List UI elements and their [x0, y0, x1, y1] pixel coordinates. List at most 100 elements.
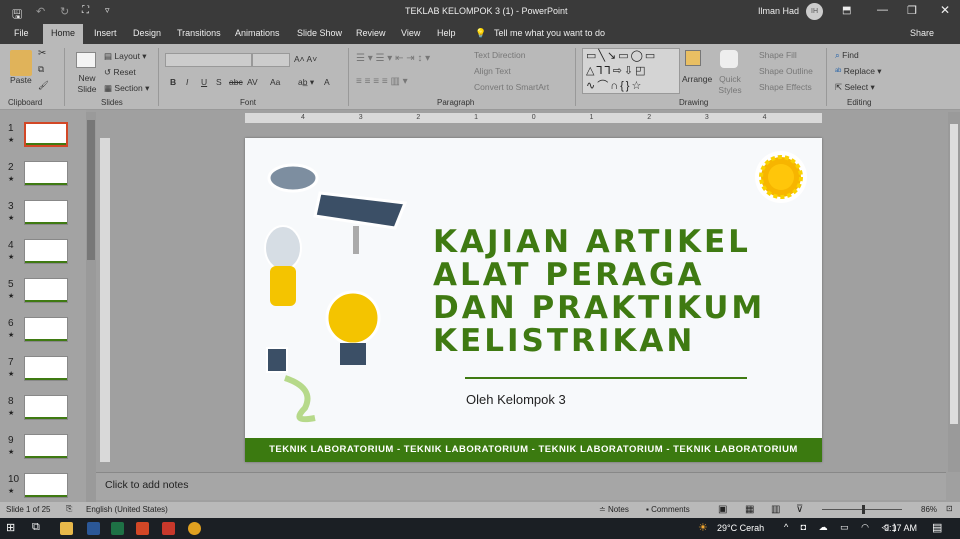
align-text-button[interactable]: Align Text: [474, 66, 511, 76]
tab-help[interactable]: Help: [437, 28, 456, 38]
slide-thumbnail[interactable]: [24, 278, 68, 303]
notes-placeholder[interactable]: Click to add notes: [105, 479, 188, 491]
highlight-icon[interactable]: ab̲ ▾: [298, 77, 314, 88]
language-status[interactable]: English (United States): [86, 505, 168, 514]
slide-thumbnail[interactable]: [24, 239, 68, 264]
save-icon[interactable]: 🖫: [12, 5, 22, 26]
thumbnails-scrollbar[interactable]: [86, 112, 96, 502]
shape-outline-button[interactable]: Shape Outline: [759, 66, 813, 76]
slide-sorter-icon[interactable]: ▦: [745, 504, 754, 515]
cut-icon[interactable]: ✂: [38, 48, 46, 59]
normal-view-icon[interactable]: ▣: [718, 504, 727, 515]
tab-transitions[interactable]: Transitions: [177, 28, 221, 38]
paste-button[interactable]: Paste: [10, 75, 32, 85]
undo-icon[interactable]: ↶: [36, 5, 45, 18]
strikethrough-button[interactable]: abc: [229, 77, 243, 87]
tab-insert[interactable]: Insert: [94, 28, 117, 38]
font-size-dropdown[interactable]: [252, 53, 290, 67]
close-icon[interactable]: ✕: [940, 3, 950, 17]
replace-button[interactable]: ᵃᵇ Replace ▾: [835, 66, 882, 77]
user-name[interactable]: Ilman Had: [758, 6, 799, 16]
comments-button[interactable]: ▪ Comments: [646, 505, 690, 514]
font-name-dropdown[interactable]: [165, 53, 252, 67]
tab-view[interactable]: View: [401, 28, 420, 38]
avatar[interactable]: IH: [806, 3, 823, 20]
slide-thumbnail[interactable]: [24, 317, 68, 342]
slide-subtitle[interactable]: Oleh Kelompok 3: [466, 392, 566, 407]
spell-check-icon[interactable]: ⎘: [66, 504, 72, 514]
slide-thumbnail[interactable]: [24, 356, 68, 381]
bold-button[interactable]: B: [170, 77, 176, 87]
tell-me-input[interactable]: Tell me what you want to do: [494, 28, 605, 38]
layout-button[interactable]: ▤ Layout ▾: [104, 51, 147, 62]
app-icon[interactable]: [162, 522, 175, 535]
copy-icon[interactable]: ⧉: [38, 64, 44, 75]
format-painter-icon[interactable]: 🖌: [38, 80, 49, 91]
font-color-button[interactable]: A: [324, 77, 330, 87]
tab-file[interactable]: File: [14, 28, 29, 38]
task-view-icon[interactable]: ⧉: [32, 521, 40, 534]
change-case-button[interactable]: Aa: [270, 77, 280, 87]
zoom-slider-thumb[interactable]: [862, 505, 865, 514]
weather-text[interactable]: 29°C Cerah: [717, 523, 764, 533]
title-line: ALAT PERAGA: [433, 257, 705, 293]
tab-animations[interactable]: Animations: [235, 28, 280, 38]
new-slide-button[interactable]: New Slide: [74, 73, 100, 95]
slide-thumbnail[interactable]: [24, 122, 68, 147]
windows-start-icon[interactable]: ⊞: [6, 521, 15, 534]
section-button[interactable]: ▦ Section ▾: [104, 83, 149, 94]
fit-slide-icon[interactable]: ⊡: [946, 504, 953, 513]
notifications-icon[interactable]: ▤: [932, 521, 942, 534]
reset-button[interactable]: ↺ Reset: [104, 67, 136, 78]
shape-fill-button[interactable]: Shape Fill: [759, 50, 797, 60]
reading-view-icon[interactable]: ▥: [771, 504, 780, 515]
chrome-icon[interactable]: [188, 522, 201, 535]
italic-button[interactable]: I: [186, 77, 188, 87]
slide-thumbnail[interactable]: [24, 395, 68, 420]
select-button[interactable]: ⇱ Select ▾: [835, 82, 875, 93]
minimize-icon[interactable]: —: [877, 4, 888, 16]
underline-button[interactable]: U: [201, 77, 207, 87]
tab-slide-show[interactable]: Slide Show: [297, 28, 342, 38]
bullets-icon[interactable]: ☰ ▾ ☰ ▾ ⇤ ⇥ ↕ ▾: [356, 53, 430, 64]
find-button[interactable]: ⌕ Find: [835, 50, 859, 61]
word-icon[interactable]: [87, 522, 100, 535]
text-direction-button[interactable]: Text Direction: [474, 50, 526, 60]
align-icons[interactable]: ≡ ≡ ≡ ≡ ▥ ▾: [356, 76, 408, 87]
slide-thumbnail[interactable]: [24, 473, 68, 498]
title-bar: 🖫 ↶ ↻ ⛶ ▿ TEKLAB KELOMPOK 3 (1) - PowerP…: [0, 0, 960, 24]
ruler-tick-label: 4: [762, 114, 767, 121]
character-spacing-button[interactable]: AV: [247, 77, 258, 87]
powerpoint-icon[interactable]: [136, 522, 149, 535]
excel-icon[interactable]: [111, 522, 124, 535]
slide-thumbnail[interactable]: [24, 434, 68, 459]
file-explorer-icon[interactable]: [60, 522, 73, 535]
clock[interactable]: 9:17 AM: [884, 523, 917, 533]
tab-review[interactable]: Review: [356, 28, 386, 38]
restore-icon[interactable]: ❐: [907, 4, 917, 17]
slide-canvas[interactable]: KAJIAN ARTIKEL ALAT PERAGA DAN PRAKTIKUM…: [245, 138, 822, 462]
quick-styles-button[interactable]: Quick Styles: [714, 74, 746, 96]
convert-smartart-button[interactable]: Convert to SmartArt: [474, 82, 549, 92]
slide-thumbnail[interactable]: [24, 161, 68, 186]
notes-button[interactable]: ≐ Notes: [599, 505, 629, 514]
shadow-button[interactable]: S: [216, 77, 222, 87]
redo-icon[interactable]: ↻: [60, 5, 69, 18]
slideshow-view-icon[interactable]: ⊽: [796, 504, 803, 515]
share-button[interactable]: Share: [910, 28, 934, 38]
customize-toolbar-icon[interactable]: ▿: [105, 5, 110, 16]
slide-thumbnail[interactable]: [24, 200, 68, 225]
notes-pane[interactable]: Click to add notes: [96, 472, 946, 500]
shape-effects-button[interactable]: Shape Effects: [759, 82, 812, 92]
increase-font-icon[interactable]: A˄ A˅: [294, 54, 317, 64]
zoom-level[interactable]: 86%: [921, 505, 937, 514]
slide-title[interactable]: KAJIAN ARTIKEL ALAT PERAGA DAN PRAKTIKUM…: [433, 226, 765, 358]
vertical-scrollbar[interactable]: [948, 112, 960, 472]
ribbon-display-icon[interactable]: ⬒: [842, 5, 851, 16]
arrange-button[interactable]: Arrange: [682, 74, 712, 84]
tab-design[interactable]: Design: [133, 28, 161, 38]
tab-home[interactable]: Home: [43, 24, 84, 44]
zoom-slider[interactable]: [822, 505, 902, 514]
shapes-gallery[interactable]: ▭╲↘▭◯▭ △⅂⅂⇨⇩◰ ∿⌒∩{}☆: [582, 48, 680, 94]
start-slideshow-icon[interactable]: ⛶: [82, 5, 89, 16]
